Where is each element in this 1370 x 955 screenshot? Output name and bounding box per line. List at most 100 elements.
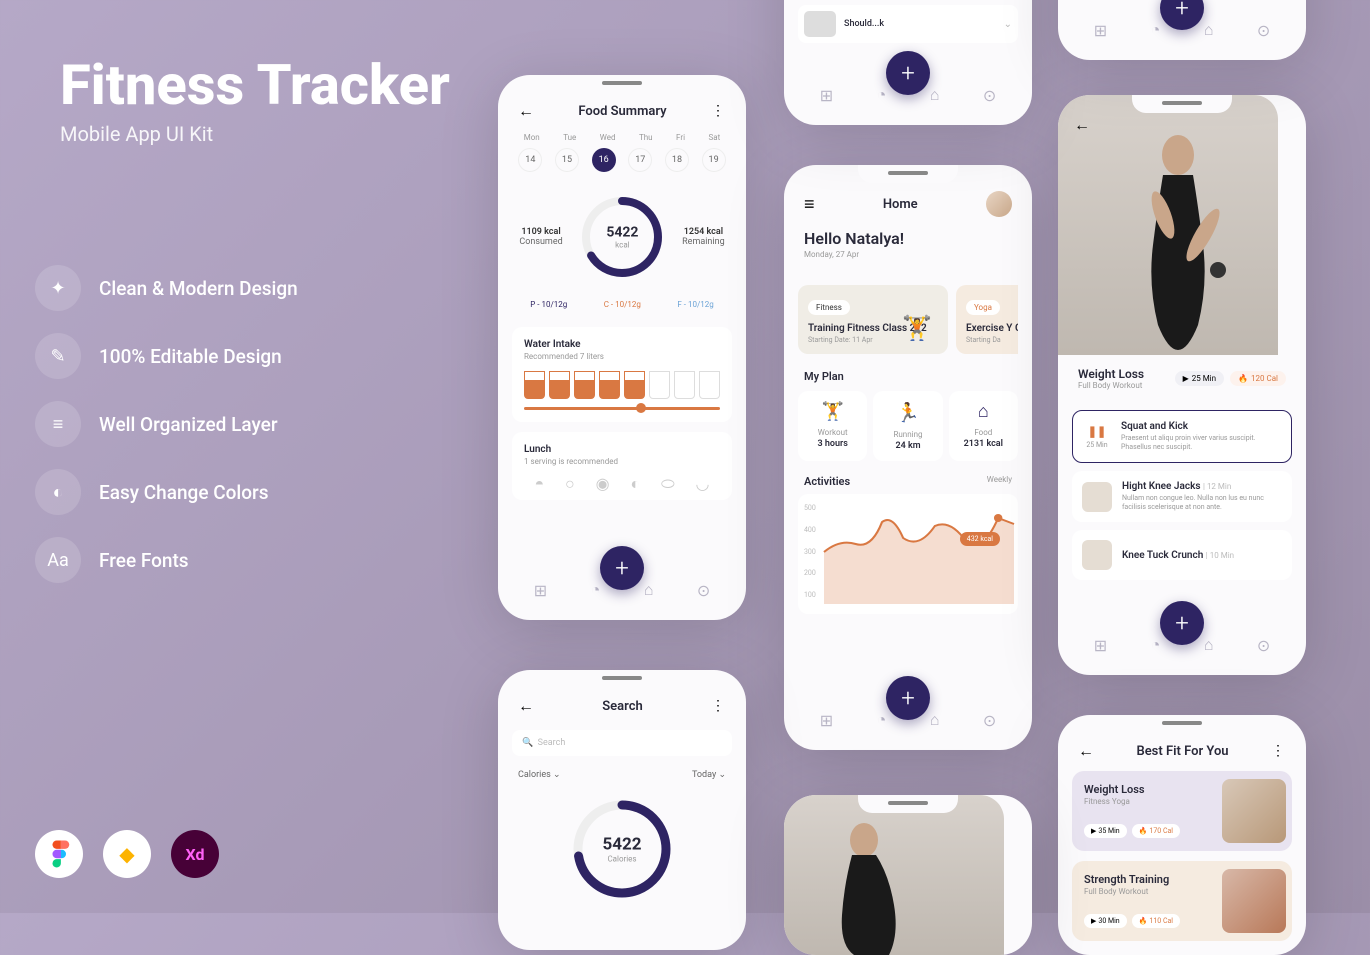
water-intake-card[interactable]: Water Intake Recommended 7 liters [512, 327, 732, 422]
back-icon[interactable]: ← [1078, 741, 1094, 761]
clock-icon[interactable]: ◔ [877, 85, 887, 105]
more-icon[interactable]: ⋮ [711, 698, 726, 714]
grid-icon[interactable]: ⊞ [534, 581, 547, 600]
back-icon[interactable]: ← [518, 101, 534, 121]
grid-icon[interactable]: ⊞ [820, 86, 833, 105]
workout-item[interactable]: Hight Knee Jacks | 12 MinNullam non cong… [1072, 471, 1292, 522]
food-icons: ◓○◉◐⬭◡ [524, 474, 720, 494]
wand-icon: ✦ [35, 265, 81, 311]
greeting: Hello Natalya! [804, 229, 1012, 248]
add-button[interactable]: + [1160, 601, 1204, 645]
plan-running[interactable]: 🏃Running24 km [873, 391, 942, 461]
back-icon[interactable]: ← [518, 696, 534, 716]
more-icon[interactable]: ⋮ [1271, 743, 1286, 759]
workout-illustration: 🏋️ [892, 311, 942, 345]
date-button[interactable]: 15 [555, 148, 579, 172]
water-slider[interactable] [524, 407, 720, 410]
bell-icon[interactable]: ⌂ [930, 85, 940, 105]
feature-item: AaFree Fonts [35, 537, 298, 583]
glass-icon[interactable] [674, 371, 695, 399]
exercise-hero-image [784, 795, 1004, 955]
profile-icon[interactable]: ⊙ [1257, 21, 1270, 40]
fit-card[interactable]: Strength Training Full Body Workout ▶ 30… [1072, 861, 1292, 941]
trainer-thumb [804, 11, 836, 37]
consumed-stat: 1109 kcalConsumed [519, 227, 562, 247]
bean-icon: ⬭ [661, 474, 675, 494]
back-icon[interactable]: ← [1074, 115, 1090, 135]
menu-icon[interactable]: ≡ [804, 194, 815, 215]
grid-icon[interactable]: ⊞ [820, 711, 833, 730]
glass-icon[interactable] [524, 371, 545, 399]
clock-icon[interactable]: ◔ [1151, 635, 1161, 655]
meat-icon: ◡ [696, 474, 710, 494]
calorie-ring: 5422kcal [577, 192, 667, 282]
calories-filter[interactable]: Calories ⌄ [518, 770, 561, 780]
period-selector[interactable]: Weekly [987, 475, 1012, 488]
date-button[interactable]: 18 [665, 148, 689, 172]
date-button-active[interactable]: 16 [592, 148, 616, 172]
feature-item: ✦Clean & Modern Design [35, 265, 298, 311]
activities-title: Activities [804, 475, 850, 488]
profile-icon[interactable]: ⊙ [983, 711, 996, 730]
running-icon: 🏃 [879, 401, 936, 424]
date-button[interactable]: 19 [702, 148, 726, 172]
bell-icon[interactable]: ⌂ [644, 580, 654, 600]
layers-icon: ≡ [35, 401, 81, 447]
glass-icon[interactable] [574, 371, 595, 399]
phone-notch [572, 75, 672, 93]
date-label: Monday, 27 Apr [804, 250, 1012, 259]
search-input[interactable]: 🔍 Search [512, 730, 732, 756]
clock-icon[interactable]: ◔ [591, 580, 601, 600]
more-icon[interactable]: ⋮ [711, 103, 726, 119]
best-fit-screen: ← Best Fit For You ⋮ Weight Loss Fitness… [1058, 715, 1306, 955]
workout-thumb [1082, 540, 1112, 570]
lunch-card[interactable]: Lunch 1 serving is recommended ◓○◉◐⬭◡ [512, 432, 732, 500]
fitness-tag: Fitness [808, 300, 850, 315]
workout-item-active[interactable]: ❚❚25 Min Squat and KickPraesent ut aliqu… [1072, 410, 1292, 463]
plan-food[interactable]: ⌂Food2131 kcal [949, 391, 1018, 461]
glass-icon[interactable] [649, 371, 670, 399]
dumbbell-icon: 🏋 [804, 401, 861, 422]
apple-icon: ○ [565, 474, 575, 494]
workout-hero-image: ← [1058, 95, 1278, 355]
profile-icon[interactable]: ⊙ [1257, 636, 1270, 655]
plan-workout[interactable]: 🏋Workout3 hours [798, 391, 867, 461]
date-button[interactable]: 14 [518, 148, 542, 172]
figma-icon [35, 830, 83, 878]
calorie-pill: 🔥 170 Cal [1132, 824, 1180, 838]
my-plan-title: My Plan [804, 370, 1012, 383]
page-title: Best Fit For You [1136, 744, 1228, 759]
bell-icon[interactable]: ⌂ [1204, 20, 1214, 40]
glass-icon[interactable] [549, 371, 570, 399]
profile-icon[interactable]: ⊙ [697, 581, 710, 600]
fit-card[interactable]: Weight Loss Fitness Yoga ▶ 35 Min 🔥 170 … [1072, 771, 1292, 851]
profile-icon[interactable]: ⊙ [983, 86, 996, 105]
clock-icon[interactable]: ◔ [1151, 20, 1161, 40]
add-button[interactable]: + [886, 51, 930, 95]
date-button[interactable]: 17 [628, 148, 652, 172]
lemon-icon: ◐ [630, 474, 640, 494]
trainer-item[interactable]: Should...k ⌄ [798, 5, 1018, 43]
glass-icon[interactable] [599, 371, 620, 399]
class-card[interactable]: Fitness Training Fitness Class 212 Start… [798, 285, 948, 354]
today-filter[interactable]: Today ⌄ [692, 770, 726, 780]
workout-item[interactable]: Knee Tuck Crunch | 10 Min [1072, 530, 1292, 580]
hero-title: Fitness Tracker [60, 55, 450, 117]
avatar[interactable] [986, 191, 1012, 217]
trainer-screen-partial: 🔥 120 Cal 🔥 150 Cal Choose Your TrainerV… [784, 0, 1032, 125]
bell-icon[interactable]: ⌂ [930, 710, 940, 730]
grid-icon[interactable]: ⊞ [1094, 21, 1107, 40]
page-title: Home [883, 197, 918, 212]
class-card[interactable]: Yoga Exercise Y Class 132 Starting Da [956, 285, 1018, 354]
glass-icon[interactable] [624, 371, 645, 399]
add-button[interactable]: + [600, 546, 644, 590]
pen-icon: ✎ [35, 333, 81, 379]
workout-image [1222, 779, 1286, 843]
add-button[interactable]: + [886, 676, 930, 720]
bell-icon[interactable]: ⌂ [1204, 635, 1214, 655]
feature-item: ◐Easy Change Colors [35, 469, 298, 515]
grid-icon[interactable]: ⊞ [1094, 636, 1107, 655]
clock-icon[interactable]: ◔ [877, 710, 887, 730]
activities-chart: 500400300200100 432 kcal [798, 494, 1018, 614]
glass-icon[interactable] [699, 371, 720, 399]
